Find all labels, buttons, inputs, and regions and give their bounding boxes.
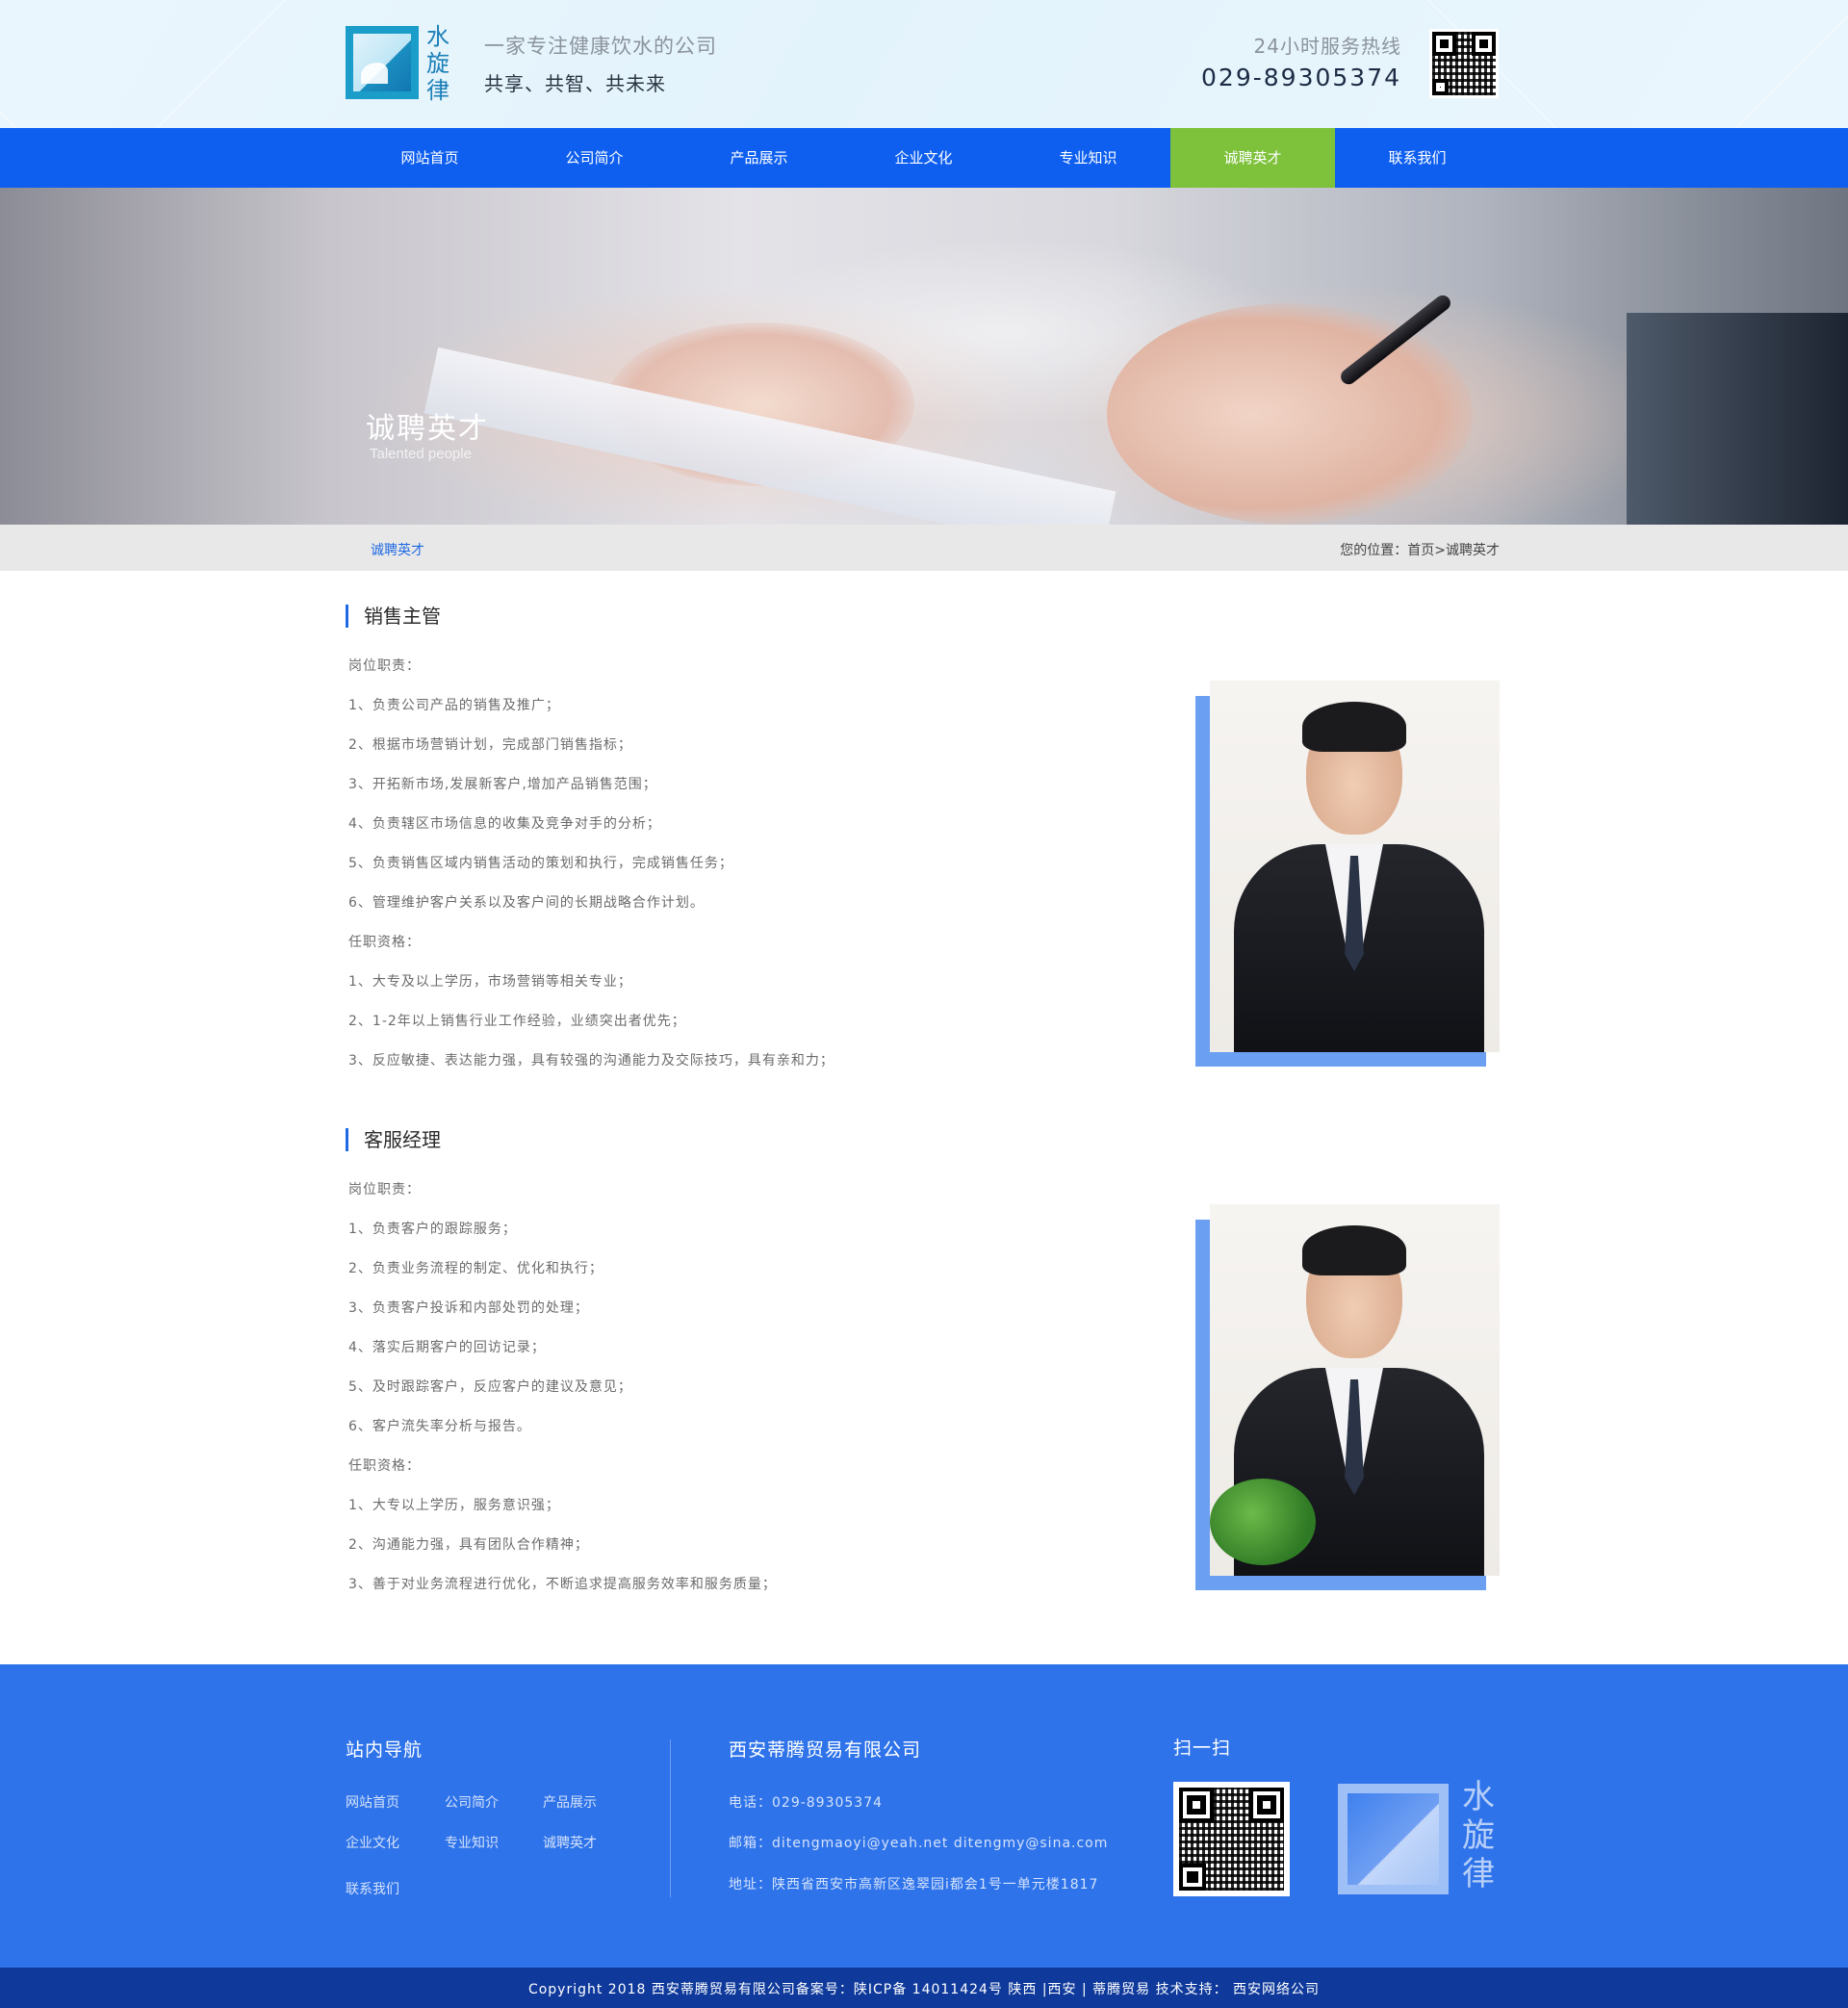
header-decoration xyxy=(0,0,372,128)
job-line: 岗位职责： xyxy=(348,1182,421,1197)
footer-logo-text: 水旋律 xyxy=(1462,1778,1495,1893)
company-name: 西安蒂腾贸易有限公司 xyxy=(729,1739,922,1761)
employee-photo xyxy=(1210,1204,1500,1576)
footer-nav-heading: 站内导航 xyxy=(346,1739,424,1761)
breadcrumb: 诚聘英才 您的位置：首页>诚聘英才 xyxy=(0,525,1848,571)
job-line: 1、负责客户的跟踪服务； xyxy=(348,1222,517,1237)
job-line: 2、沟通能力强，具有团队合作精神； xyxy=(348,1537,589,1553)
job-line: 3、反应敏捷、表达能力强，具有较强的沟通能力及交际技巧，具有亲和力； xyxy=(348,1053,834,1068)
job-line: 岗位职责： xyxy=(348,658,421,674)
logo-text[interactable]: 水旋律 xyxy=(424,23,452,104)
job-line: 2、负责业务流程的制定、优化和执行； xyxy=(348,1261,603,1276)
nav-item-careers[interactable]: 诚聘英才 xyxy=(1170,128,1335,188)
footer-link-culture[interactable]: 企业文化 xyxy=(346,1833,399,1852)
job-line: 1、大专以上学历，服务意识强； xyxy=(348,1498,560,1513)
job-description: 岗位职责： 1、负责客户的跟踪服务； 2、负责业务流程的制定、优化和执行； 3、… xyxy=(348,1181,777,1615)
nav-item-knowledge[interactable]: 专业知识 xyxy=(1006,128,1170,188)
site-footer: 站内导航 网站首页 公司简介 产品展示 企业文化 专业知识 诚聘英才 联系我们 … xyxy=(0,1664,1848,1968)
footer-link-knowledge[interactable]: 专业知识 xyxy=(445,1833,499,1852)
company-phone: 电话：029-89305374 xyxy=(729,1795,884,1811)
breadcrumb-path[interactable]: 您的位置：首页>诚聘英才 xyxy=(1340,540,1500,559)
plant-image xyxy=(1210,1479,1316,1565)
job-line: 2、根据市场营销计划，完成部门销售指标； xyxy=(348,737,632,753)
site-header: 水旋律 一家专注健康饮水的公司 共享、共智、共未来 24小时服务热线 029-8… xyxy=(0,0,1848,128)
job-line: 6、管理维护客户关系以及客户间的长期战略合作计划。 xyxy=(348,895,705,911)
job-line: 2、1-2年以上销售行业工作经验，业绩突出者优先； xyxy=(348,1014,686,1029)
job-line: 1、负责公司产品的销售及推广； xyxy=(348,698,560,713)
job-line: 1、大专及以上学历，市场营销等相关专业； xyxy=(348,974,632,990)
banner-subtitle: Talented people xyxy=(370,446,472,462)
footer-logo-icon xyxy=(1338,1784,1449,1894)
scan-heading: 扫一扫 xyxy=(1173,1738,1232,1759)
job-line: 4、负责辖区市场信息的收集及竞争对手的分析； xyxy=(348,816,661,832)
job-line: 3、开拓新市场,发展新客户,增加产品销售范围； xyxy=(348,777,657,792)
logo-icon[interactable] xyxy=(346,26,419,99)
main-nav: 网站首页 公司简介 产品展示 企业文化 专业知识 诚聘英才 联系我们 xyxy=(0,128,1848,188)
company-email[interactable]: 邮箱：ditengmaoyi@yeah.net ditengmy@sina.co… xyxy=(729,1833,1108,1852)
job-line: 3、善于对业务流程进行优化，不断追求提高服务效率和服务质量； xyxy=(348,1577,777,1592)
job-line: 任职资格： xyxy=(348,935,421,950)
slogan-line-2: 共享、共智、共未来 xyxy=(484,72,666,95)
slogan-line-1: 一家专注健康饮水的公司 xyxy=(484,35,717,58)
nav-item-about[interactable]: 公司简介 xyxy=(512,128,677,188)
footer-link-contact[interactable]: 联系我们 xyxy=(346,1879,399,1898)
copyright-text: Copyright 2018 西安蒂腾贸易有限公司备案号：陕ICP备 14011… xyxy=(527,1982,1321,1997)
section-label[interactable]: 诚聘英才 xyxy=(371,540,424,559)
hotline-number: 029-89305374 xyxy=(1201,64,1401,91)
footer-divider xyxy=(670,1739,671,1897)
hotline-label: 24小时服务热线 xyxy=(1253,35,1401,58)
footer-link-careers[interactable]: 诚聘英才 xyxy=(543,1833,597,1852)
job-line: 5、负责销售区域内销售活动的策划和执行，完成销售任务； xyxy=(348,856,733,871)
qr-code-icon xyxy=(1173,1782,1290,1896)
job-description: 岗位职责： 1、负责公司产品的销售及推广； 2、根据市场营销计划，完成部门销售指… xyxy=(348,657,834,1092)
employee-photo xyxy=(1210,681,1500,1052)
nav-item-products[interactable]: 产品展示 xyxy=(677,128,841,188)
qr-code-icon xyxy=(1429,29,1499,98)
job-line: 任职资格： xyxy=(348,1458,421,1474)
nav-item-culture[interactable]: 企业文化 xyxy=(841,128,1006,188)
job-line: 3、负责客户投诉和内部处罚的处理； xyxy=(348,1300,589,1316)
nav-item-contact[interactable]: 联系我们 xyxy=(1335,128,1500,188)
job-line: 4、落实后期客户的回访记录； xyxy=(348,1340,546,1355)
nav-item-home[interactable]: 网站首页 xyxy=(347,128,512,188)
page-banner: 诚聘英才 Talented people xyxy=(0,188,1848,525)
job-title: 销售主管 xyxy=(346,605,441,628)
company-address: 地址：陕西省西安市高新区逸翠园i都会1号一单元楼1817 xyxy=(729,1877,1099,1892)
job-title: 客服经理 xyxy=(346,1128,441,1151)
footer-link-about[interactable]: 公司简介 xyxy=(445,1792,499,1812)
banner-title: 诚聘英才 xyxy=(366,412,489,446)
footer-link-home[interactable]: 网站首页 xyxy=(346,1792,399,1812)
job-line: 6、客户流失率分析与报告。 xyxy=(348,1419,531,1434)
footer-link-products[interactable]: 产品展示 xyxy=(543,1792,597,1812)
job-line: 5、及时跟踪客户，反应客户的建议及意见； xyxy=(348,1379,632,1395)
copyright-bar: Copyright 2018 西安蒂腾贸易有限公司备案号：陕ICP备 14011… xyxy=(0,1968,1848,2008)
